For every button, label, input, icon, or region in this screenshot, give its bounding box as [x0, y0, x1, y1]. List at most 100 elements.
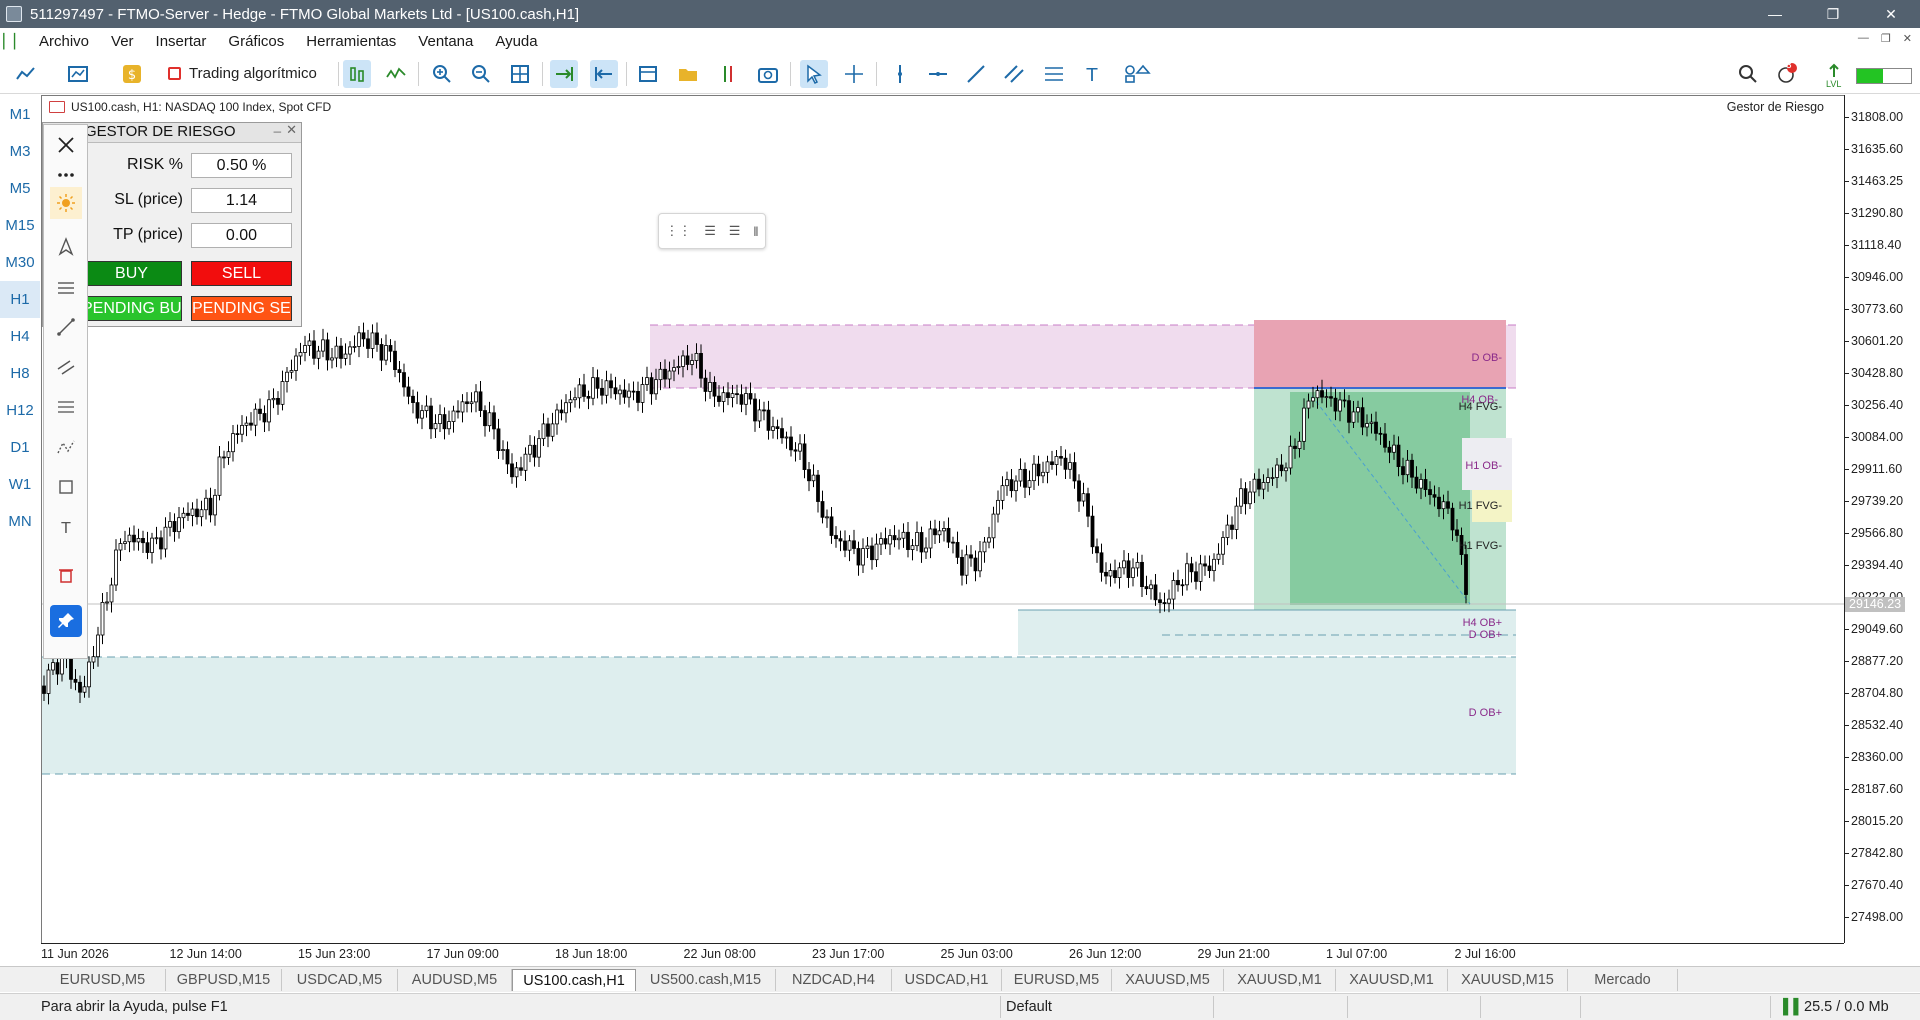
- tf-m30[interactable]: M30: [0, 244, 40, 281]
- cursor-icon[interactable]: [800, 60, 828, 88]
- market-watch-tab[interactable]: Mercado: [1568, 969, 1678, 991]
- tf-m5[interactable]: M5: [0, 170, 40, 207]
- risk-input[interactable]: 0.50 %: [191, 153, 292, 178]
- object-settings-icon[interactable]: ☰: [704, 223, 716, 239]
- tf-m1[interactable]: M1: [0, 96, 40, 133]
- chart-tab[interactable]: EURUSD,M5: [40, 969, 166, 991]
- search-icon[interactable]: [1734, 60, 1762, 88]
- indicators-icon[interactable]: [634, 60, 662, 88]
- fibo-tool-icon[interactable]: [50, 391, 82, 423]
- zoom-out-icon[interactable]: [467, 60, 495, 88]
- tf-h12[interactable]: H12: [0, 392, 40, 429]
- pending-buy-button[interactable]: PENDING BUY: [81, 296, 182, 321]
- price-tick: [1845, 725, 1849, 726]
- mdi-minimize-icon[interactable]: —: [1858, 32, 1869, 45]
- chart-tab[interactable]: USDCAD,M5: [282, 969, 398, 991]
- pending-sell-button[interactable]: PENDING SELL: [191, 296, 292, 321]
- equidistant-channel-icon[interactable]: [1000, 60, 1028, 88]
- chart-tab[interactable]: EURUSD,M5: [1002, 969, 1112, 991]
- candle-body: [429, 405, 433, 430]
- tf-h8[interactable]: H8: [0, 355, 40, 392]
- chart-type-icon[interactable]: [12, 60, 40, 88]
- mdi-restore-icon[interactable]: ❐: [1881, 32, 1891, 45]
- menu-insertar[interactable]: Insertar: [145, 33, 218, 50]
- buy-button[interactable]: BUY: [81, 261, 182, 286]
- object-properties-icon[interactable]: ☰: [729, 223, 741, 239]
- tf-h1[interactable]: H1: [0, 281, 40, 318]
- candle-body: [631, 390, 636, 393]
- panel-minimize-icon[interactable]: _: [274, 118, 281, 133]
- chart-area[interactable]: D OB- H4 OB- H4 FVG- H1 OB- H1 FVG- H1 F…: [41, 95, 1844, 943]
- tp-input[interactable]: 0.00: [191, 223, 292, 248]
- mdi-close-icon[interactable]: ✕: [1903, 32, 1912, 45]
- restore-button[interactable]: ❐: [1804, 0, 1862, 28]
- trendline-icon[interactable]: [962, 60, 990, 88]
- pattern-tool-icon[interactable]: [50, 431, 82, 463]
- chart-tab[interactable]: USDCAD,H1: [892, 969, 1002, 991]
- chart-tab[interactable]: XAUUSD,M1: [1224, 969, 1336, 991]
- line-chart-icon[interactable]: [382, 60, 410, 88]
- sell-button[interactable]: SELL: [191, 261, 292, 286]
- market-icon[interactable]: $: [118, 60, 146, 88]
- tile-windows-icon[interactable]: [506, 60, 534, 88]
- drawbar-close-icon[interactable]: [50, 129, 82, 161]
- new-chart-icon[interactable]: [64, 60, 92, 88]
- menu-ayuda[interactable]: Ayuda: [484, 33, 548, 50]
- chart-tab[interactable]: US100.cash,H1: [512, 969, 636, 991]
- chart-tab[interactable]: NZDCAD,H4: [776, 969, 892, 991]
- bar-chart-icon[interactable]: [343, 60, 371, 88]
- cursor-tool-icon[interactable]: [50, 231, 82, 263]
- tf-d1[interactable]: D1: [0, 429, 40, 466]
- sl-input[interactable]: 1.14: [191, 188, 292, 213]
- chart-tab[interactable]: US500.cash,M15: [636, 969, 776, 991]
- levels-tool-icon[interactable]: [50, 271, 82, 303]
- tf-m15[interactable]: M15: [0, 207, 40, 244]
- crosshair-icon[interactable]: [840, 60, 868, 88]
- close-button[interactable]: ✕: [1862, 0, 1920, 28]
- menu-herramientas[interactable]: Herramientas: [295, 33, 407, 50]
- screenshot-icon[interactable]: [754, 60, 782, 88]
- chart-tab[interactable]: AUDUSD,M5: [398, 969, 512, 991]
- tf-m3[interactable]: M3: [0, 133, 40, 170]
- pin-icon[interactable]: [50, 605, 82, 637]
- tf-w1[interactable]: W1: [0, 466, 40, 503]
- theme-sun-icon[interactable]: [50, 187, 82, 219]
- profile-name[interactable]: Default: [1006, 999, 1052, 1015]
- menu-archivo[interactable]: Archivo: [28, 33, 100, 50]
- menu-ver[interactable]: Ver: [100, 33, 145, 50]
- algo-trading-toggle[interactable]: Trading algorítmico: [168, 65, 317, 82]
- vertical-line-icon[interactable]: [886, 60, 914, 88]
- mt5-menu-icon[interactable]: ▏▏: [0, 33, 28, 50]
- horizontal-line-icon[interactable]: [924, 60, 952, 88]
- candle-body: [100, 602, 105, 636]
- fibonacci-icon[interactable]: [1040, 60, 1068, 88]
- candle-body: [424, 405, 429, 412]
- drag-handle-icon[interactable]: ⋮⋮: [665, 223, 691, 239]
- chart-tab[interactable]: XAUUSD,M5: [1112, 969, 1224, 991]
- chart-shift-icon[interactable]: [590, 60, 618, 88]
- line-tool-icon[interactable]: [50, 311, 82, 343]
- rectangle-tool-icon[interactable]: [50, 471, 82, 503]
- chart-tab[interactable]: XAUUSD,M1: [1336, 969, 1448, 991]
- chart-tab[interactable]: GBPUSD,M15: [166, 969, 282, 991]
- panel-close-icon[interactable]: ✕: [286, 122, 297, 138]
- toolbar-grip-icon[interactable]: ‖: [753, 224, 758, 239]
- channel-tool-icon[interactable]: [50, 351, 82, 383]
- text-tool-icon[interactable]: T: [50, 511, 82, 543]
- one-click-trading-icon[interactable]: [714, 60, 742, 88]
- chart-tab[interactable]: XAUUSD,M15: [1448, 969, 1568, 991]
- delete-icon[interactable]: [50, 559, 82, 591]
- tf-h4[interactable]: H4: [0, 318, 40, 355]
- candle-body: [1095, 546, 1099, 554]
- text-icon[interactable]: T: [1078, 60, 1106, 88]
- tf-mn[interactable]: MN: [0, 503, 40, 540]
- menu-ventana[interactable]: Ventana: [407, 33, 484, 50]
- autoscroll-icon[interactable]: [550, 60, 578, 88]
- open-folder-icon[interactable]: [674, 60, 702, 88]
- help-hint: Para abrir la Ayuda, pulse F1: [41, 999, 228, 1015]
- menu-graficos[interactable]: Gráficos: [217, 33, 295, 50]
- zoom-in-icon[interactable]: [428, 60, 456, 88]
- chart-canvas[interactable]: D OB- H4 OB- H4 FVG- H1 OB- H1 FVG- H1 F…: [42, 96, 1844, 943]
- minimize-button[interactable]: —: [1746, 0, 1804, 28]
- shapes-icon[interactable]: [1116, 60, 1160, 88]
